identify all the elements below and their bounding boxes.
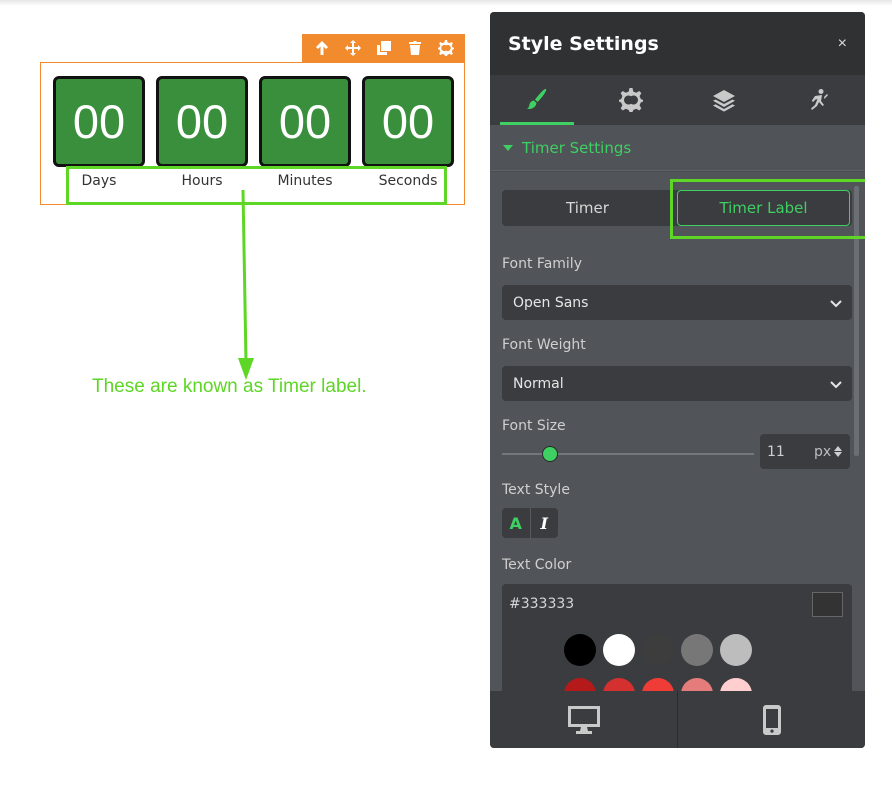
font-size-input[interactable]: 11 px [760,434,850,469]
text-style-label: Text Style [502,482,570,498]
chevron-down-icon [830,380,842,388]
move-up-button[interactable] [310,36,334,60]
delete-button[interactable] [403,36,427,60]
font-size-value: 11 [767,443,785,460]
text-color-swatch[interactable] [812,591,843,617]
tab-layers[interactable] [678,75,772,125]
palette-swatch[interactable] [720,634,752,666]
brush-icon [526,88,547,110]
font-weight-label: Font Weight [502,337,586,353]
font-size-slider-thumb[interactable] [541,446,558,462]
font-size-label: Font Size [502,418,566,434]
timer-minutes-value: 00 [259,76,351,167]
accessibility-icon [811,89,829,110]
text-color-value: #333333 [509,596,575,612]
segment-timer-button[interactable]: Timer [502,190,673,226]
top-edge [0,0,892,6]
timer-days-value: 00 [53,76,145,167]
chevron-down-icon [830,299,842,307]
timer-hours-value: 00 [156,76,248,167]
font-size-stepper[interactable] [834,446,843,457]
font-family-label: Font Family [502,256,582,272]
color-palette [502,624,852,691]
duplicate-icon [376,41,391,55]
tab-animation[interactable] [771,75,865,125]
device-switcher [490,691,865,748]
widget-toolbar [302,34,465,62]
duplicate-button[interactable] [372,36,396,60]
palette-swatch[interactable] [642,678,674,691]
stepper-up-icon[interactable] [834,446,843,451]
tab-settings[interactable] [584,75,678,125]
trash-icon [408,41,421,55]
palette-swatch[interactable] [564,678,596,691]
section-title: Timer Settings [522,138,632,157]
desktop-view-button[interactable] [490,691,677,748]
gear-icon [437,40,454,56]
timer-boxes: 00 00 00 00 [53,76,454,167]
move-button[interactable] [341,36,365,60]
font-weight-select[interactable]: Normal [502,366,852,401]
font-size-slider-track[interactable] [502,453,754,455]
font-family-select[interactable]: Open Sans [502,285,852,320]
font-weight-value: Normal [513,375,564,392]
panel-tabs [490,75,865,125]
panel-header: Style Settings × [490,12,865,75]
palette-swatch[interactable] [720,678,752,691]
text-color-input[interactable]: #333333 [502,584,852,624]
caret-down-icon [503,144,513,151]
panel-content: Timer Timer Label Font Family Open Sans … [490,172,865,691]
palette-swatch[interactable] [681,634,713,666]
arrow-up-icon [315,41,328,55]
palette-swatch[interactable] [681,678,713,691]
settings-button[interactable] [434,36,458,60]
mobile-view-button[interactable] [677,691,865,748]
mobile-icon [762,704,781,735]
gear-icon [618,88,643,112]
font-family-value: Open Sans [513,294,589,311]
style-settings-panel: Style Settings × Timer Settings Timer Ti… [490,12,865,748]
font-size-unit: px [814,443,832,460]
stepper-down-icon[interactable] [834,452,843,457]
close-button[interactable]: × [838,35,847,53]
italic-button[interactable]: I [531,508,559,538]
palette-swatch[interactable] [603,634,635,666]
text-color-label: Text Color [502,557,572,573]
timer-label-button-highlight [670,179,865,239]
section-timer-settings[interactable]: Timer Settings [490,125,865,171]
layers-icon [713,90,736,112]
palette-swatch[interactable] [642,634,674,666]
desktop-icon [567,705,600,734]
panel-title: Style Settings [508,32,659,55]
annotation-text: These are known as Timer label. [92,376,367,397]
bold-button[interactable]: A [502,508,531,538]
move-icon [344,40,361,56]
annotation-arrow [238,190,254,380]
timer-seconds-value: 00 [362,76,454,167]
palette-swatch[interactable] [564,634,596,666]
text-style-group: A I [502,508,558,538]
palette-swatch[interactable] [603,678,635,691]
tab-style[interactable] [490,75,584,125]
